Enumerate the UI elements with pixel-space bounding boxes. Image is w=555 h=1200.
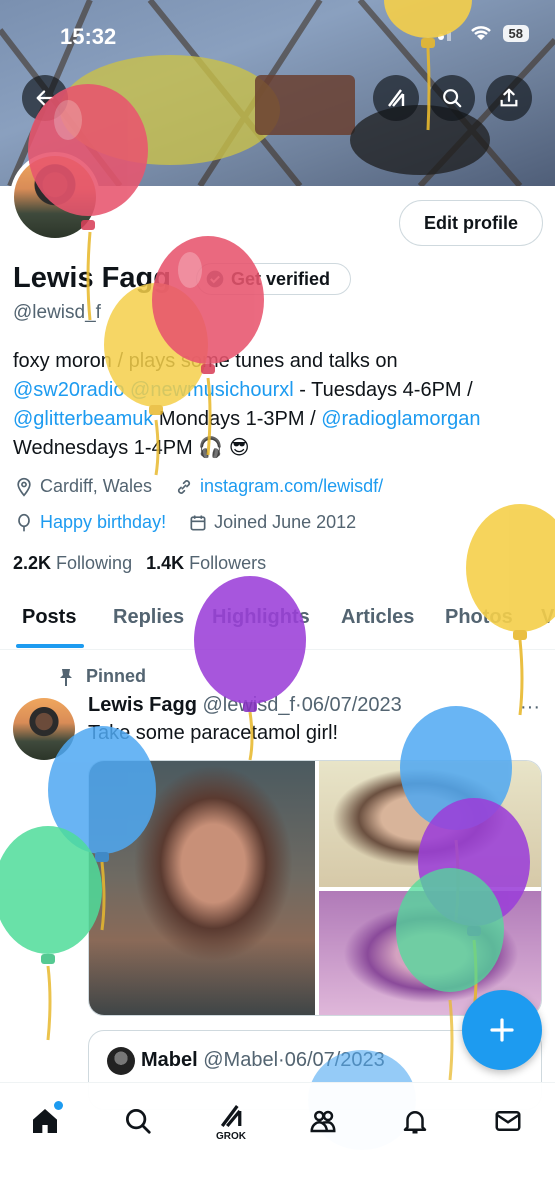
bio-mention-sw20radio[interactable]: @sw20radio [13,379,124,401]
edit-profile-button[interactable]: Edit profile [399,200,543,246]
bio-mention-newmusichourxl[interactable]: @newmusichourxl [130,379,294,401]
profile-name: Lewis Fagg [13,262,171,294]
communities-icon [310,1110,336,1133]
status-bar: 15:32 58 [0,0,555,60]
plus-icon [490,1018,514,1042]
nav-home[interactable] [23,1099,67,1143]
bio-mention-radioglamorgan[interactable]: @radioglamorgan [321,408,480,430]
tab-articles[interactable]: Articles [341,606,414,629]
profile-avatar[interactable] [10,152,100,242]
share-button[interactable] [486,75,532,121]
bottom-navigation: GROK [0,1082,555,1200]
followers-count: 1.4K [146,553,185,573]
nav-search[interactable] [116,1099,160,1143]
grok-icon [220,1105,242,1128]
bio-mention-glitterbeamuk[interactable]: @glitterbeamuk [13,408,153,430]
status-icons: 58 [437,24,529,42]
calendar-icon [190,515,206,530]
quoted-avatar [107,1047,135,1075]
post-separator: · [295,694,302,716]
tab-highlights[interactable]: Highlights [212,606,310,629]
bio-text-2: - Tuesdays 4-6PM / [293,379,473,401]
post-text: Take some paracetamol girl! [88,722,339,744]
tab-photos[interactable]: Photos [445,606,513,629]
bio-text-1: foxy moron / plays some tunes and talks … [13,350,398,372]
nav-grok[interactable]: GROK [209,1099,253,1143]
post-header: Lewis Fagg @lewisd_f·06/07/2023 [88,694,402,717]
signal-icon [437,31,451,41]
home-notification-dot [54,1101,63,1110]
profile-bio: foxy moron / plays some tunes and talks … [13,347,543,463]
followers-label: Followers [189,553,267,573]
post-author-name[interactable]: Lewis Fagg [88,694,197,716]
follow-stats: 2.2K Following 1.4K Followers [13,553,266,574]
quoted-author-handle: @Mabel [203,1049,279,1071]
post-media-grid [88,760,542,1016]
link-icon [177,479,191,494]
profile-location: Cardiff, Wales [40,476,153,496]
share-icon [500,88,518,107]
quoted-author-name: Mabel [141,1049,198,1071]
bell-icon [403,1111,427,1134]
get-verified-button[interactable]: Get verified [196,263,351,295]
compose-button[interactable] [462,990,542,1070]
followers-link[interactable]: 1.4K Followers [146,553,266,574]
battery-indicator: 58 [502,24,529,42]
following-label: Following [56,553,133,573]
status-time: 15:32 [60,24,117,49]
post-author-handle[interactable]: @lewisd_f [202,694,295,716]
post-more-button[interactable]: ··· [520,696,540,719]
post-image-2[interactable] [319,761,541,887]
bio-text-3: Mondays 1-3PM / [153,408,322,430]
verified-badge-icon [206,270,224,288]
following-count: 2.2K [13,553,52,573]
nav-messages[interactable] [486,1099,530,1143]
quoted-header: Mabel @Mabel·06/07/2023 [141,1049,385,1072]
search-icon [443,89,462,108]
tab-videos[interactable]: V [541,606,554,629]
pinned-label: Pinned [86,666,147,686]
search-icon [126,1109,151,1134]
balloon-icon [18,513,30,531]
profile-tabs: Posts Replies Highlights Articles Photos… [0,590,555,650]
active-tab-indicator [16,644,84,648]
following-link[interactable]: 2.2K Following [13,553,132,574]
quoted-separator: · [278,1049,285,1071]
tab-posts[interactable]: Posts [22,606,76,629]
mail-icon [495,1111,521,1131]
pin-icon [60,668,72,686]
wifi-icon [470,26,491,40]
header-search-button[interactable] [429,75,475,121]
grok-button[interactable] [373,75,419,121]
tab-replies[interactable]: Replies [113,606,184,629]
profile-birthday[interactable]: Happy birthday! [40,512,166,533]
profile-joined: Joined June 2012 [214,512,357,532]
pinned-indicator: Pinned [58,666,146,687]
location-icon [17,477,31,497]
arrow-left-icon [36,90,54,106]
profile-handle: @lewisd_f [13,302,101,323]
bio-text-4: Wednesdays 1-4PM 🎧 😎 [13,437,250,459]
profile-meta-row-2: Happy birthday! Joined June 2012 [14,512,356,533]
nav-communities[interactable] [301,1099,345,1143]
nav-notifications[interactable] [393,1099,437,1143]
profile-website-link[interactable]: instagram.com/lewisdf/ [200,476,383,497]
post-image-1[interactable] [89,761,315,1015]
grok-label: GROK [216,1131,246,1142]
get-verified-label: Get verified [231,268,331,289]
profile-meta-row-1: Cardiff, Wales instagram.com/lewisdf/ [14,476,383,497]
balloon-green-1 [0,826,102,1041]
back-button[interactable] [22,75,68,121]
post-avatar[interactable] [13,698,75,760]
quoted-date: 06/07/2023 [284,1049,385,1071]
grok-icon [388,89,405,107]
post-date[interactable]: 06/07/2023 [302,694,402,716]
